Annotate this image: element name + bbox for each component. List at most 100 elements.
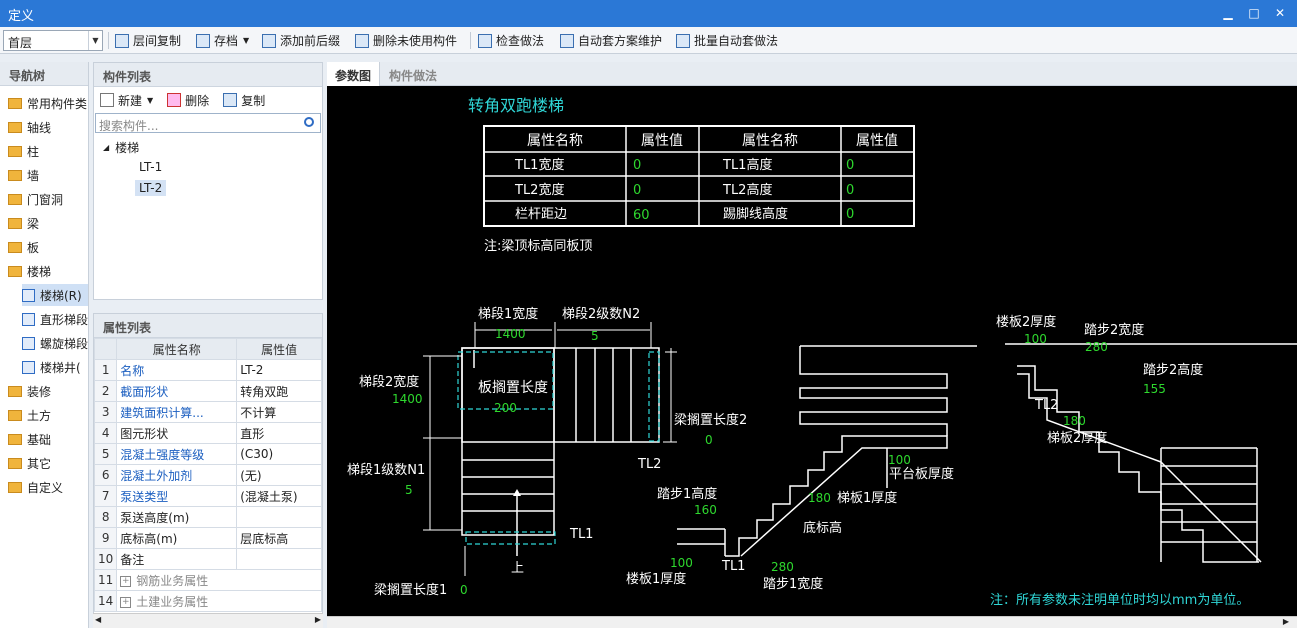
prefix-icon: [262, 33, 276, 48]
folder-icon: [8, 169, 22, 181]
label-step1-width: 踏步1宽度: [763, 576, 823, 592]
value-flight2-thickness: 180: [1063, 414, 1086, 428]
delete-icon: [167, 93, 182, 107]
nav-item[interactable]: 楼梯: [8, 260, 51, 282]
expand-plus-icon[interactable]: +: [120, 575, 132, 587]
table-head: 属性名称: [742, 133, 798, 149]
search-input[interactable]: 搜索构件...: [95, 113, 321, 133]
value-step1-height: 160: [694, 503, 717, 517]
nav-item[interactable]: 基础: [8, 428, 51, 450]
expand-plus-icon[interactable]: +: [120, 596, 132, 608]
archive-icon: [196, 33, 210, 48]
tab-bar: 参数图 构件做法: [327, 62, 1297, 86]
horizontal-scrollbar[interactable]: ◀ ▶: [93, 613, 323, 628]
value-run2-width: 1400: [392, 392, 423, 406]
nav-item[interactable]: 墙: [8, 164, 39, 186]
nav-item[interactable]: 其它: [8, 452, 51, 474]
folder-icon: [8, 409, 22, 421]
table-row[interactable]: 2 截面形状 转角双跑: [93, 380, 322, 402]
label-platform-thickness: 平台板厚度: [889, 466, 954, 482]
tab-component-method[interactable]: 构件做法: [381, 62, 445, 86]
copy-between-floors-button[interactable]: 层间复制: [115, 31, 181, 50]
property-table: 属性名称 属性值 1 名称 LT-2 2 截面形状 转角双跑 3 建筑面积计算... 不计算 …: [93, 338, 322, 612]
folder-open-icon: [8, 265, 22, 277]
label-step2-width: 踏步2宽度: [1084, 322, 1144, 338]
table-row-group[interactable]: 14 + 土建业务属性: [93, 590, 322, 612]
nav-panel: 导航树 常用构件类 轴线 柱 墙 门窗洞 梁 板 楼梯 楼梯(R) 直形梯段 螺…: [0, 62, 89, 628]
nav-item[interactable]: 轴线: [8, 116, 51, 138]
nav-item[interactable]: 直形梯段: [22, 308, 88, 330]
label-tl2: TL2: [637, 457, 661, 472]
label-step2-height: 踏步2高度: [1143, 362, 1203, 378]
table-row-group[interactable]: 11 + 钢筋业务属性: [93, 569, 322, 591]
table-row[interactable]: 1 名称 LT-2: [93, 359, 322, 381]
table-row[interactable]: 9 底标高(m) 层底标高: [93, 527, 322, 549]
auto-scheme-button[interactable]: 自动套方案维护: [560, 31, 662, 50]
label-run1-width: 梯段1宽度: [478, 306, 538, 322]
check-method-button[interactable]: 检查做法: [478, 31, 544, 50]
table-row[interactable]: 7 泵送类型 (混凝土泵): [93, 485, 322, 507]
new-button[interactable]: 新建 ▼: [100, 92, 153, 109]
floor-select[interactable]: 首层 ▼: [3, 30, 103, 51]
label-tl2-section: TL2: [1034, 398, 1058, 413]
table-row[interactable]: 10 备注: [93, 548, 322, 570]
copy-button[interactable]: 复制: [223, 92, 265, 109]
delete-button[interactable]: 删除: [167, 92, 209, 109]
nav-item[interactable]: 装修: [8, 380, 51, 402]
folder-icon: [8, 457, 22, 469]
folder-icon: [8, 241, 22, 253]
col-name-header: 属性名称: [116, 338, 238, 360]
canvas-scrollbar[interactable]: ▶: [327, 616, 1297, 628]
folder-icon: [8, 433, 22, 445]
table-row[interactable]: 5 混凝土强度等级 (C30): [93, 443, 322, 465]
table-cell: 0: [846, 207, 854, 222]
table-cell: 0: [846, 183, 854, 198]
maximize-icon[interactable]: □: [1244, 4, 1264, 22]
nav-item[interactable]: 板: [8, 236, 39, 258]
title-bar: 定义 ▁ □ ✕: [0, 0, 1297, 27]
table-row[interactable]: 6 混凝土外加剂 (无): [93, 464, 322, 486]
tree-item-selected[interactable]: LT-2: [135, 180, 167, 196]
property-list-panel: 属性列表 属性名称 属性值 1 名称 LT-2 2 截面形状 转角双跑 3 建筑面积计算..…: [93, 313, 323, 628]
nav-item[interactable]: 楼梯井(: [22, 356, 88, 378]
nav-item[interactable]: 土方: [8, 404, 51, 426]
tree-item[interactable]: LT-1: [135, 159, 166, 175]
nav-item[interactable]: 门窗洞: [8, 188, 63, 210]
table-cell: TL2宽度: [514, 182, 564, 198]
table-row[interactable]: 4 图元形状 直形: [93, 422, 322, 444]
tab-parameter-diagram[interactable]: 参数图: [327, 62, 381, 86]
nav-item[interactable]: 柱: [8, 140, 39, 162]
nav-item[interactable]: 螺旋梯段: [22, 332, 88, 354]
label-beam-seat2: 梁搁置长度2: [674, 412, 747, 428]
table-row[interactable]: 8 泵送高度(m): [93, 506, 322, 528]
value-step2-height: 155: [1143, 382, 1166, 396]
add-prefix-suffix-button[interactable]: 添加前后缀: [262, 31, 340, 50]
parameter-diagram-canvas: 转角双跑楼梯 属性名称 属性值 属性名称 属性值 TL1宽度 0 TL1高度 0…: [327, 86, 1297, 616]
new-dropdown-icon: ▼: [147, 95, 154, 105]
minimize-icon[interactable]: ▁: [1218, 4, 1238, 22]
folder-icon: [8, 481, 22, 493]
close-icon[interactable]: ✕: [1270, 4, 1290, 22]
delete-unused-button[interactable]: 删除未使用构件: [355, 31, 457, 50]
table-cell: 0: [846, 158, 854, 173]
table-cell: 0: [633, 183, 641, 198]
table-cell: 60: [633, 208, 650, 223]
batch-auto-button[interactable]: 批量自动套做法: [676, 31, 778, 50]
check-icon: [478, 33, 492, 48]
scroll-left-icon[interactable]: ◀: [95, 615, 101, 624]
label-flight2-thickness: 梯板2厚度: [1047, 430, 1107, 446]
label-run2-width: 梯段2宽度: [359, 374, 419, 390]
label-step1-height: 踏步1高度: [657, 486, 717, 502]
nav-item[interactable]: 常用构件类: [8, 92, 87, 114]
tree-root[interactable]: ◢ 楼梯: [103, 139, 139, 156]
table-row[interactable]: 3 建筑面积计算... 不计算: [93, 401, 322, 423]
archive-button[interactable]: 存档 ▼: [196, 31, 249, 50]
value-platform-thickness: 100: [888, 453, 911, 467]
table-header: 属性名称 属性值: [93, 338, 322, 360]
nav-item[interactable]: 梁: [8, 212, 39, 234]
scroll-right-icon[interactable]: ▶: [1283, 617, 1289, 626]
scroll-right-icon[interactable]: ▶: [315, 615, 321, 624]
nav-item-selected[interactable]: 楼梯(R): [22, 284, 88, 306]
col-value-header: 属性值: [236, 338, 322, 360]
nav-item[interactable]: 自定义: [8, 476, 63, 498]
